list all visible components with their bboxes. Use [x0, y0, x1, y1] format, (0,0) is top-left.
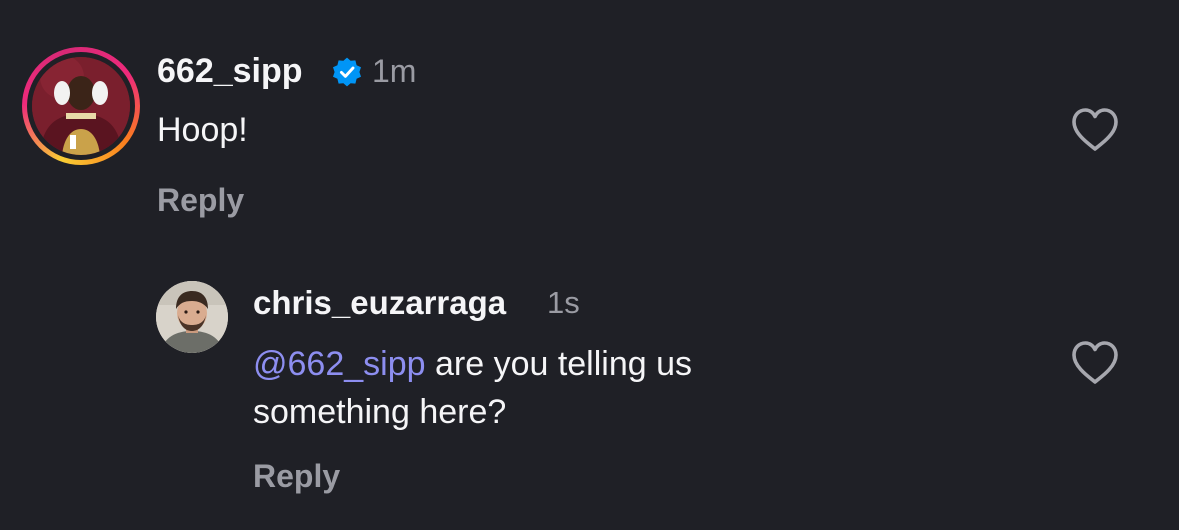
- comment-timestamp: 1m: [372, 53, 417, 89]
- comment-text-part: are you telling us: [425, 345, 693, 383]
- avatar[interactable]: [32, 57, 130, 155]
- avatar[interactable]: [156, 281, 228, 353]
- mention-link[interactable]: @662_sipp: [253, 345, 426, 383]
- comment-username[interactable]: chris_euzarraga: [253, 284, 506, 322]
- comment-text-line-2: something here?: [253, 393, 507, 431]
- heart-outline-icon[interactable]: [1070, 107, 1120, 153]
- verified-badge-icon: [333, 57, 361, 87]
- reply-button[interactable]: Reply: [157, 182, 244, 219]
- comment-text-line-1: @662_sipp are you telling us: [253, 340, 692, 388]
- story-ring[interactable]: [22, 47, 140, 165]
- comment-text: Hoop!: [157, 111, 248, 149]
- comments-screen: 662_sipp 1m Hoop! Reply chris_euzarraga …: [0, 0, 1179, 530]
- reply-button[interactable]: Reply: [253, 458, 340, 495]
- heart-outline-icon[interactable]: [1070, 340, 1120, 386]
- comment-text: @662_sipp are you telling us something h…: [253, 340, 692, 436]
- profile-photo-man-icon: [156, 281, 228, 353]
- profile-photo-football-player-icon: [32, 57, 130, 155]
- comment-username[interactable]: 662_sipp: [157, 52, 303, 91]
- comment-timestamp: 1s: [547, 285, 580, 320]
- comment-662-sipp: 662_sipp 1m Hoop! Reply: [0, 0, 1179, 240]
